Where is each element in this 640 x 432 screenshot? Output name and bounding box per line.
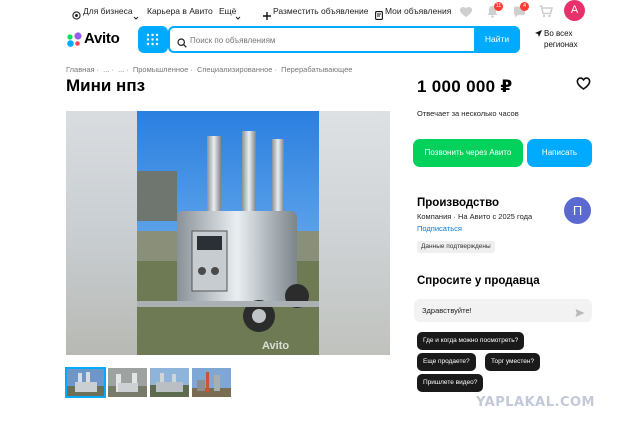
search-button[interactable]: Найти [474,26,520,53]
cart-icon[interactable] [539,5,554,23]
search-icon [177,35,187,53]
breadcrumb-item[interactable]: Специализированное [197,65,273,74]
grid-icon [146,33,159,51]
thumbnail[interactable] [150,368,189,397]
avito-logo-icon[interactable] [66,31,83,49]
region-line-1: Во всех [544,29,573,38]
breadcrumb-item[interactable]: ... [103,65,109,74]
quick-question-chip[interactable]: Пришлете видео? [417,374,484,392]
more-menu[interactable]: Ещё [219,6,236,16]
page: Для бизнеса Карьера в Авито Ещё Размести… [0,0,640,432]
thumbnail[interactable] [108,368,147,397]
logo-text[interactable]: Avito [84,30,120,47]
gallery-blur-left [66,111,137,355]
favorite-heart-icon[interactable] [576,77,591,95]
breadcrumb-item[interactable]: ... [118,65,124,74]
messages-badge: 4 [520,2,529,11]
gallery-blur-right [319,111,390,355]
photo-gallery[interactable]: Avito [66,111,390,355]
send-icon[interactable] [575,305,585,323]
notifications-badge: 11 [494,2,503,11]
ads-icon [375,7,383,25]
post-ad-link[interactable]: Разместить объявление [273,6,368,16]
quick-question-chip[interactable]: Торг уместен? [485,353,541,371]
subscribe-link[interactable]: Подписаться [417,224,462,233]
thumbnail[interactable] [65,367,106,398]
search-bar: Найти [168,26,520,53]
breadcrumb-item[interactable]: Перерабатывающее [281,65,352,74]
my-ads-link[interactable]: Мои объявления [385,6,451,16]
response-time: Отвечает за несколько часов [417,109,519,118]
write-button[interactable]: Написать [527,139,592,167]
for-business-link[interactable]: Для бизнеса [83,6,133,16]
categories-button[interactable] [138,26,168,53]
quick-question-chip[interactable]: Еще продаете? [417,353,476,371]
call-button[interactable]: Позвонить через Авито [413,139,523,167]
breadcrumb-item[interactable]: Промышленное [133,65,188,74]
seller-avatar[interactable]: П [564,197,591,224]
listing-title: Мини нпз [66,76,146,95]
photo-watermark: Avito [262,340,289,352]
plus-icon [263,7,271,25]
breadcrumb-item[interactable]: Главная [66,65,95,74]
seller-meta: Компания · На Авито с 2025 года [417,212,533,221]
heart-icon[interactable] [459,5,473,23]
ask-seller-input[interactable] [422,304,572,317]
region-line-2: регионах [544,40,578,49]
seller-name[interactable]: Производство [417,197,499,209]
top-bar: Для бизнеса Карьера в Авито Ещё Размести… [0,0,640,24]
thumbnail[interactable] [192,368,231,397]
region-selector[interactable]: Во всех регионах [535,28,578,50]
quick-question-chip[interactable]: Где и когда можно посмотреть? [417,332,525,350]
chevron-down-icon [235,8,241,26]
breadcrumb: Главная · ... · ... · Промышленное · Специал… [66,65,353,74]
user-avatar[interactable]: А [564,0,585,21]
main-photo: Avito [137,111,319,355]
site-watermark: YAPLAKAL.COM [476,395,595,410]
ask-seller-title: Спросите у продавца [417,275,540,287]
verified-badge: Данные подтверждены [417,241,495,253]
price: 1 000 000 ₽ [417,77,513,96]
search-input[interactable] [190,32,470,48]
location-arrow-icon [535,29,542,40]
careers-link[interactable]: Карьера в Авито [147,6,213,16]
target-icon [72,7,81,25]
ask-seller-box [414,299,592,322]
chevron-down-icon [133,8,139,26]
